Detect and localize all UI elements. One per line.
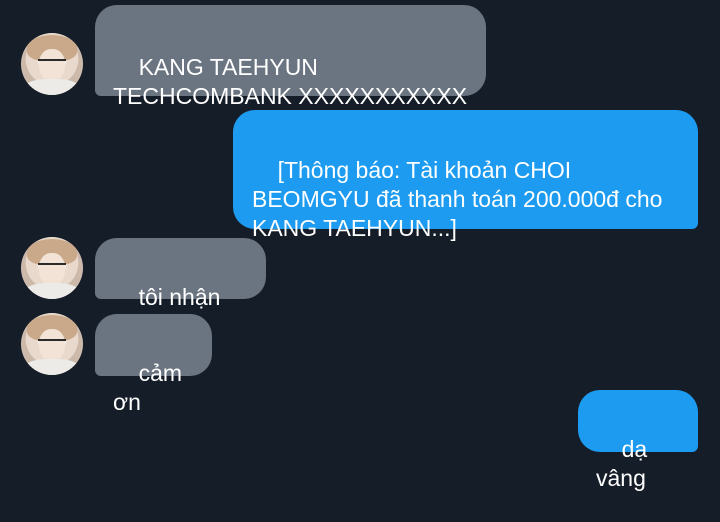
incoming-message-bubble[interactable]: tôi nhận đc r <box>95 238 266 339</box>
outgoing-message-bubble[interactable]: dạ vâng <box>578 390 698 491</box>
avatar-shirt <box>25 79 79 95</box>
incoming-message-bubble[interactable]: KANG TAEHYUN TECHCOMBANK XXXXXXXXXXX <box>95 5 486 109</box>
contact-avatar[interactable] <box>21 313 83 375</box>
avatar-glasses <box>38 59 66 69</box>
message-text: dạ vâng <box>596 436 654 491</box>
outgoing-message-bubble[interactable]: [Thông báo: Tài khoản CHOI BEOMGYU đã th… <box>233 110 698 241</box>
avatar-shirt <box>25 283 79 299</box>
contact-avatar[interactable] <box>21 237 83 299</box>
message-text: cảm ơn <box>113 360 189 415</box>
incoming-message-bubble[interactable]: cảm ơn <box>95 314 212 415</box>
avatar-shirt <box>25 359 79 375</box>
avatar-glasses <box>38 339 66 349</box>
message-text: KANG TAEHYUN TECHCOMBANK XXXXXXXXXXX <box>113 54 468 109</box>
chat-thread: KANG TAEHYUN TECHCOMBANK XXXXXXXXXXX [Th… <box>0 0 720 491</box>
avatar-glasses <box>38 263 66 273</box>
message-text: [Thông báo: Tài khoản CHOI BEOMGYU đã th… <box>252 157 669 241</box>
contact-avatar[interactable] <box>21 33 83 95</box>
